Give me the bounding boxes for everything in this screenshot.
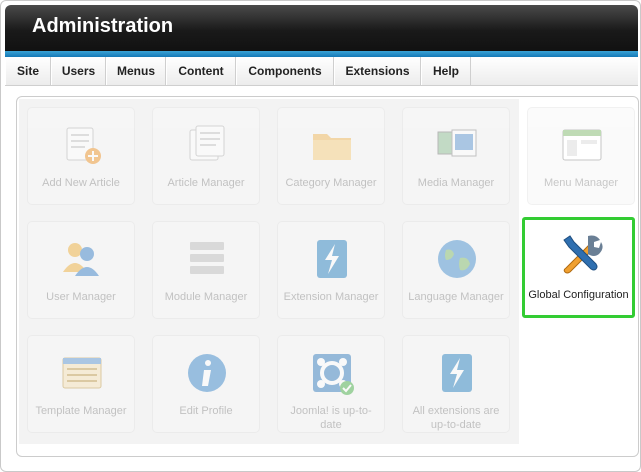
tile-label: User Manager bbox=[46, 291, 116, 303]
tile-label: Module Manager bbox=[164, 291, 248, 303]
menu-extensions[interactable]: Extensions bbox=[334, 57, 421, 85]
header-bar: Administration bbox=[5, 5, 638, 51]
tile-global-configuration[interactable]: Global Configuration bbox=[522, 217, 635, 318]
tile-label: Edit Profile bbox=[179, 405, 233, 417]
tile-label: Add New Article bbox=[42, 177, 120, 189]
tile-joomla-up-to-date[interactable]: Joomla! is up-to-date bbox=[277, 335, 385, 433]
tile-label: Article Manager bbox=[167, 177, 245, 189]
media-icon bbox=[437, 129, 477, 157]
main-menu: Site Users Menus Content Components Exte… bbox=[5, 57, 638, 86]
tile-edit-profile[interactable]: Edit Profile bbox=[152, 335, 260, 433]
tile-label: Extension Manager bbox=[283, 291, 379, 303]
info-icon bbox=[188, 354, 226, 392]
tile-module-manager[interactable]: Module Manager bbox=[152, 221, 260, 319]
tile-label: Template Manager bbox=[35, 405, 127, 417]
tile-template-manager[interactable]: Template Manager bbox=[27, 335, 135, 433]
users-icon bbox=[63, 243, 99, 276]
tile-label: Media Manager bbox=[417, 177, 495, 189]
tile-label: All extensions are up-to-date bbox=[412, 405, 500, 431]
tile-add-new-article[interactable]: Add New Article bbox=[27, 107, 135, 205]
folder-icon bbox=[313, 134, 351, 160]
tile-category-manager[interactable]: Category Manager bbox=[277, 107, 385, 205]
tools-icon bbox=[563, 235, 603, 274]
menu-menus[interactable]: Menus bbox=[106, 57, 166, 85]
page-title: Administration bbox=[32, 15, 174, 37]
tile-label: Category Manager bbox=[285, 177, 377, 189]
menu-content[interactable]: Content bbox=[166, 57, 236, 85]
template-icon bbox=[62, 357, 102, 389]
article-manager-icon bbox=[189, 125, 225, 161]
tile-media-manager[interactable]: Media Manager bbox=[402, 107, 510, 205]
extension-update-icon bbox=[442, 354, 472, 392]
tile-extension-manager[interactable]: Extension Manager bbox=[277, 221, 385, 319]
tile-menu-manager[interactable]: Menu Manager bbox=[527, 107, 635, 205]
menu-site[interactable]: Site bbox=[5, 57, 51, 85]
tile-label: Menu Manager bbox=[544, 177, 618, 189]
globe-icon bbox=[438, 240, 476, 278]
tile-all-extensions-up-to-date[interactable]: All extensions are up-to-date bbox=[402, 335, 510, 433]
joomla-check-icon bbox=[313, 354, 354, 395]
menu-users[interactable]: Users bbox=[51, 57, 106, 85]
add-article-icon bbox=[66, 127, 101, 164]
tile-language-manager[interactable]: Language Manager bbox=[402, 221, 510, 319]
window-frame: Administration Site Users Menus Content … bbox=[0, 0, 641, 472]
menu-help[interactable]: Help bbox=[421, 57, 471, 85]
extension-icon bbox=[317, 240, 347, 278]
tile-article-manager[interactable]: Article Manager bbox=[152, 107, 260, 205]
tile-label: Joomla! is up-to-date bbox=[290, 405, 372, 431]
tile-label: Global Configuration bbox=[528, 289, 629, 301]
module-icon bbox=[190, 242, 224, 274]
tile-user-manager[interactable]: User Manager bbox=[27, 221, 135, 319]
menu-components[interactable]: Components bbox=[236, 57, 334, 85]
menu-manager-icon bbox=[562, 129, 602, 161]
tile-label: Language Manager bbox=[408, 291, 504, 303]
